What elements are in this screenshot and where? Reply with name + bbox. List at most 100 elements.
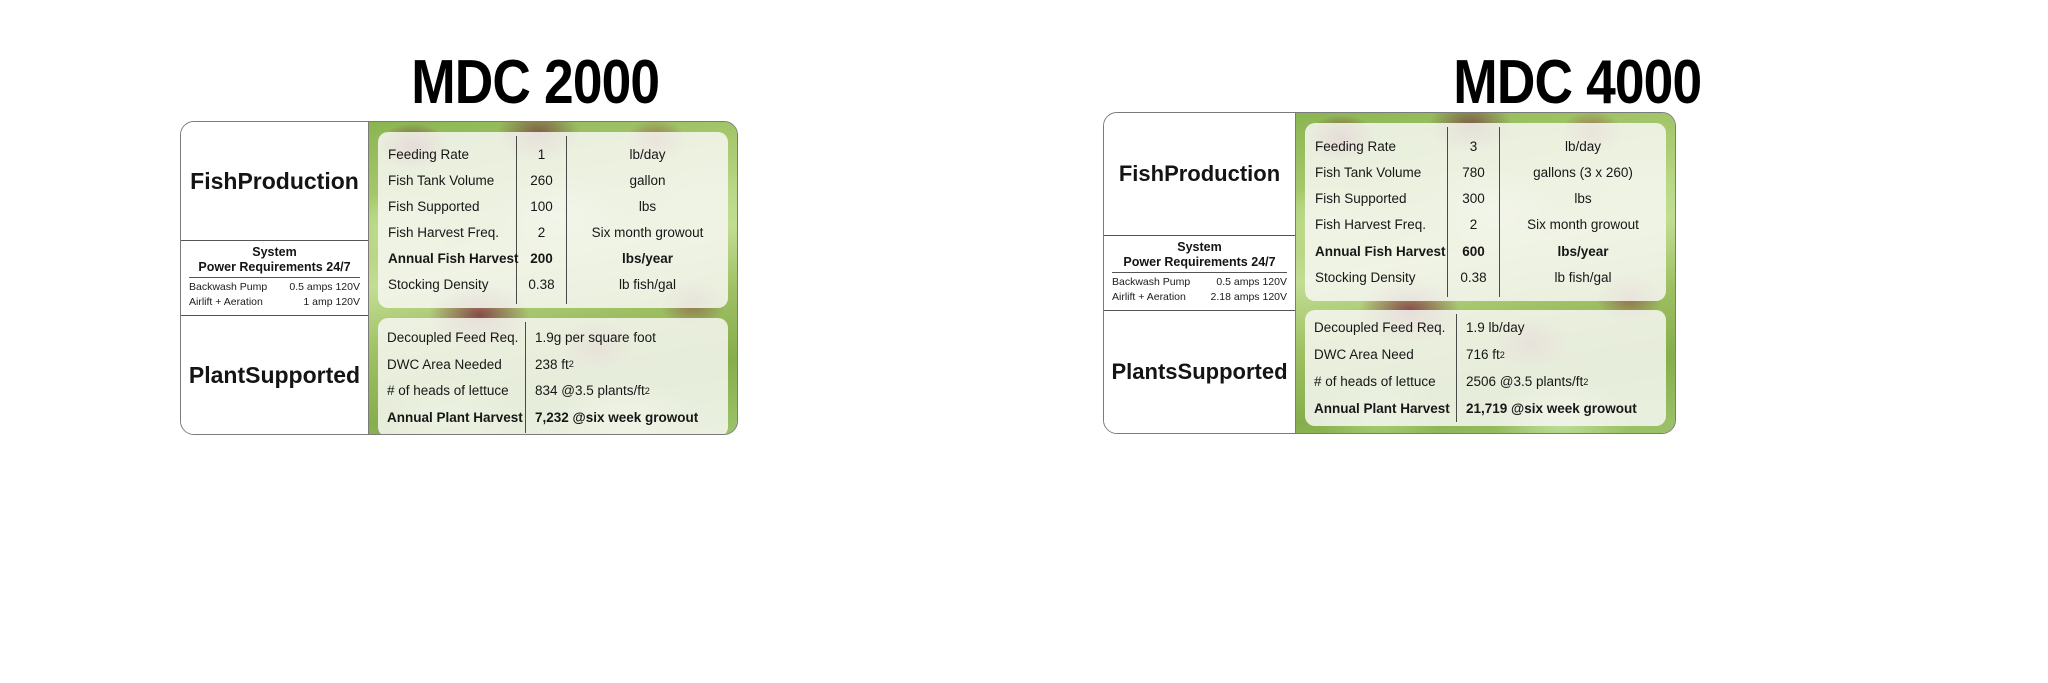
table-cell: 260 <box>530 173 553 189</box>
power-row-name: Backwash Pump <box>1112 276 1191 289</box>
power-row: Airlift + Aeration 2.18 amps 120V <box>1110 290 1289 305</box>
table-cell: 21,719 @six week growout <box>1466 400 1637 416</box>
table-cell: 3 <box>1469 138 1478 154</box>
fish-table-value-column: 3 780 300 2 600 0.38 <box>1448 127 1500 297</box>
plant-table-name-column: Decoupled Feed Req. DWC Area Need # of hea… <box>1305 314 1457 422</box>
lettuce-photo-background: Feeding Rate Fish Tank Volume Fish Support… <box>369 122 737 434</box>
power-row: Backwash Pump 0.5 amps 120V <box>1110 275 1289 290</box>
label-line: Supported <box>1177 359 1288 385</box>
table-cell: Annual Plant Harvest <box>1314 400 1450 416</box>
power-row-value: 2.18 amps 120V <box>1210 291 1287 304</box>
table-cell: lb fish/gal <box>618 277 677 293</box>
table-cell: Annual Fish Harvest <box>388 251 519 267</box>
lettuce-photo-background: Feeding Rate Fish Tank Volume Fish Support… <box>1296 113 1675 433</box>
table-cell: lb/day <box>1564 138 1602 154</box>
table-cell: Fish Tank Volume <box>388 173 495 189</box>
table-cell: 100 <box>530 199 553 215</box>
power-title-line2: Power Requirements 24/7 <box>1123 254 1276 269</box>
fish-table-unit-column: lb/day gallons (3 x 260) lbs Six month grow… <box>1500 127 1666 297</box>
label-line: Supported <box>245 361 361 388</box>
power-divider <box>189 277 360 279</box>
label-column: Fish Production System Power Requirements… <box>1104 113 1296 433</box>
table-cell: lbs <box>1574 191 1592 207</box>
label-line: Plant <box>188 361 246 388</box>
table-cell: 300 <box>1462 191 1485 207</box>
table-cell: Fish Supported <box>388 199 480 215</box>
plant-production-table: Decoupled Feed Req. DWC Area Needed # of h… <box>378 318 728 434</box>
label-line: Fish <box>190 167 238 194</box>
table-cell: Fish Harvest Freq. <box>1315 217 1427 233</box>
fish-table-unit-column: lb/day gallon lbs Six month growout lbs/year… <box>567 136 728 304</box>
table-cell: # of heads of lettuce <box>1314 373 1436 389</box>
power-row-name: Airlift + Aeration <box>1112 291 1186 304</box>
plants-supported-label: Plants Supported <box>1104 311 1295 433</box>
table-cell: 2 <box>1469 217 1478 233</box>
table-cell: # of heads of lettuce <box>387 383 509 398</box>
table-cell: 0.38 <box>528 277 555 293</box>
table-cell: Six month growout <box>1527 217 1639 233</box>
table-cell: lbs/year <box>1557 243 1609 259</box>
system-power-requirements-block: System Power Requirements 24/7 Backwash … <box>1104 234 1295 312</box>
spec-card-mdc-2000: Fish Production System Power Requirements… <box>180 121 738 435</box>
table-cell: gallons (3 x 260) <box>1533 164 1633 180</box>
table-cell: 600 <box>1462 243 1485 259</box>
table-cell: Stocking Density <box>388 277 489 293</box>
power-title: System Power Requirements 24/7 <box>1110 240 1289 270</box>
table-cell: 2 <box>537 225 546 241</box>
table-cell: 1.9g per square foot <box>535 330 656 345</box>
table-cell: Decoupled Feed Req. <box>1314 319 1446 335</box>
table-cell: 1.9 lb/day <box>1466 319 1525 335</box>
plant-table-name-column: Decoupled Feed Req. DWC Area Needed # of h… <box>378 322 526 433</box>
fish-table-name-column: Feeding Rate Fish Tank Volume Fish Support… <box>1305 127 1448 297</box>
table-cell: lbs <box>638 199 657 215</box>
plants-supported-label: Plant Supported <box>181 316 368 434</box>
product-title-mdc-2000: MDC 2000 <box>411 48 660 117</box>
power-title-line2: Power Requirements 24/7 <box>198 259 351 274</box>
power-row: Airlift + Aeration 1 amp 120V <box>187 295 362 310</box>
table-cell: 2506 @3.5 plants/ft 2 <box>1466 373 1589 389</box>
table-cell: Fish Supported <box>1315 191 1407 207</box>
plant-table-value-column: 1.9 lb/day 716 ft 2 2506 @3.5 plants/ft 2 21,… <box>1457 314 1666 422</box>
fish-table-value-column: 1 260 100 2 200 0.38 <box>517 136 567 304</box>
table-cell: 780 <box>1462 164 1485 180</box>
table-cell: lb fish/gal <box>1554 269 1612 285</box>
power-row-name: Airlift + Aeration <box>189 296 263 309</box>
table-cell: Stocking Density <box>1315 269 1416 285</box>
fish-production-table: Feeding Rate Fish Tank Volume Fish Support… <box>378 132 728 308</box>
fish-production-table: Feeding Rate Fish Tank Volume Fish Support… <box>1305 123 1666 301</box>
table-cell: 716 ft 2 <box>1466 346 1505 362</box>
product-title-mdc-4000: MDC 4000 <box>1453 48 1702 117</box>
plant-production-table: Decoupled Feed Req. DWC Area Need # of hea… <box>1305 310 1666 426</box>
table-cell: lb/day <box>629 147 666 163</box>
power-row-value: 1 amp 120V <box>303 296 360 309</box>
system-power-requirements-block: System Power Requirements 24/7 Backwash … <box>181 239 368 317</box>
product-panel-mdc-4000: MDC 4000 Fish Production System Power Req… <box>1024 0 2048 683</box>
table-cell: 238 ft 2 <box>535 356 574 372</box>
table-cell: Annual Plant Harvest <box>387 409 523 425</box>
table-cell: Annual Fish Harvest <box>1315 243 1446 259</box>
power-row-value: 0.5 amps 120V <box>1216 276 1287 289</box>
label-line: Fish <box>1118 161 1165 187</box>
table-cell: Fish Harvest Freq. <box>388 225 500 241</box>
spec-card-mdc-4000: Fish Production System Power Requirements… <box>1103 112 1676 434</box>
table-cell: Feeding Rate <box>388 147 470 163</box>
table-cell: 834 @3.5 plants/ft 2 <box>535 383 650 398</box>
table-cell: Fish Tank Volume <box>1315 164 1422 180</box>
fish-production-label: Fish Production <box>1104 113 1295 235</box>
power-title-line1: System <box>252 244 297 259</box>
product-panel-mdc-2000: MDC 2000 Fish Production System Power Req… <box>0 0 1024 683</box>
table-cell: DWC Area Needed <box>387 356 502 372</box>
table-cell: Six month growout <box>591 225 704 241</box>
power-divider <box>1112 272 1287 274</box>
fish-table-name-column: Feeding Rate Fish Tank Volume Fish Support… <box>378 136 519 304</box>
table-cell: lbs/year <box>621 251 674 267</box>
table-cell: Decoupled Feed Req. <box>387 330 519 345</box>
power-title-line1: System <box>1177 239 1222 254</box>
table-cell: 7,232 @six week growout <box>535 409 699 425</box>
label-line: Plants <box>1111 359 1178 385</box>
power-row-value: 0.5 amps 120V <box>289 281 360 294</box>
label-line: Production <box>1164 161 1281 187</box>
table-cell: 200 <box>530 251 553 267</box>
table-cell: 1 <box>537 147 546 163</box>
power-title: System Power Requirements 24/7 <box>187 245 362 275</box>
